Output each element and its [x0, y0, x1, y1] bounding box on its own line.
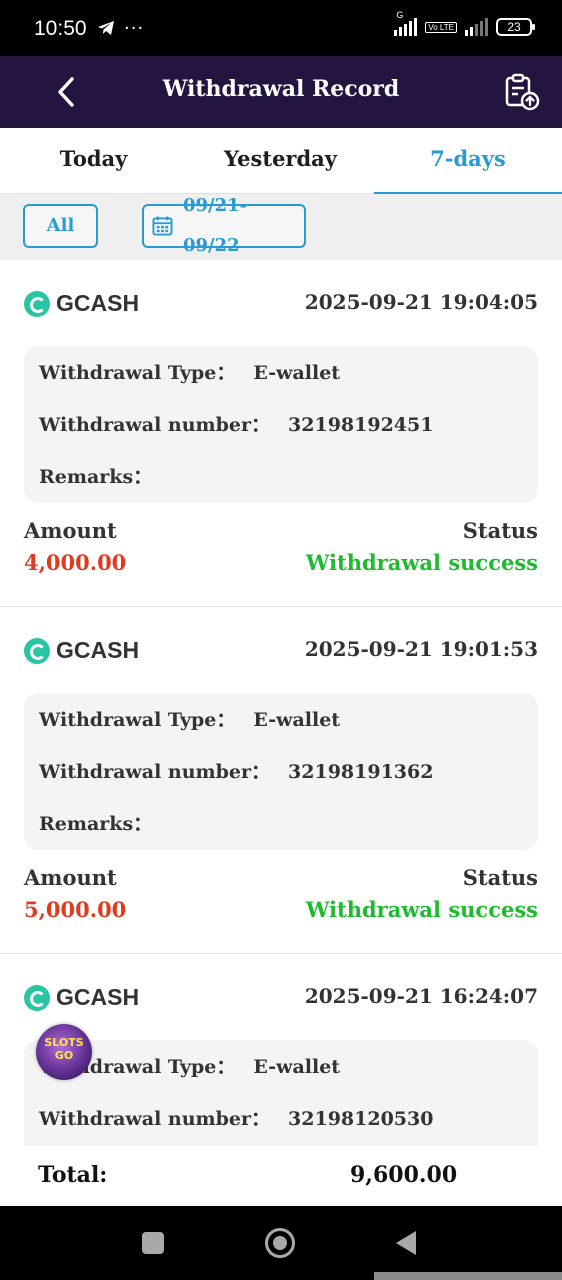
filter-all-button[interactable]: All: [23, 204, 98, 248]
nav-indicator: [374, 1272, 562, 1280]
remarks-label: Remarks：: [39, 466, 153, 488]
withdrawal-type-row: Withdrawal Type： E-wallet: [39, 358, 340, 385]
total-label: Total:: [38, 1162, 108, 1188]
battery-icon: 23: [496, 18, 535, 36]
record-details: Withdrawal Type： E-wallet Withdrawal numb…: [24, 693, 538, 850]
signal-icon-2: [465, 18, 488, 36]
provider: GCASH: [24, 984, 139, 1011]
status-time: 10:50: [34, 17, 87, 40]
home-button[interactable]: [265, 1228, 295, 1258]
badge-line2: GO: [54, 1049, 74, 1062]
tab-yesterday[interactable]: Yesterday: [187, 128, 374, 193]
withdrawal-number-row: Withdrawal number： 32198120530: [39, 1104, 433, 1131]
status-left-icons: ···: [96, 18, 144, 39]
amount-value: 5,000.00: [24, 897, 127, 922]
withdrawal-number-label: Withdrawal number：: [39, 1108, 271, 1130]
record-datetime: 2025-09-21 16:24:07: [304, 984, 538, 1008]
amount-label: Amount: [24, 865, 117, 890]
provider-name: GCASH: [56, 637, 140, 663]
withdrawal-record: GCASH 2025-09-21 19:04:05 Withdrawal Typ…: [0, 260, 562, 607]
network-type-label: G: [396, 10, 404, 20]
gcash-icon: [24, 984, 50, 1011]
withdrawal-type-value: E-wallet: [253, 709, 341, 731]
record-header: GCASH 2025-09-21 19:04:05: [24, 288, 538, 320]
withdrawal-type-label: Withdrawal Type：: [39, 709, 236, 731]
status-value: Withdrawal success: [305, 550, 538, 575]
withdrawal-type-row: Withdrawal Type： E-wallet: [39, 705, 340, 732]
record-details: Withdrawal Type： E-wallet Withdrawal numb…: [24, 346, 538, 503]
record-datetime: 2025-09-21 19:01:53: [304, 637, 538, 661]
status-label: Status: [462, 518, 538, 543]
provider-name: GCASH: [56, 290, 140, 316]
record-export-button[interactable]: [502, 72, 542, 112]
date-range-label: 09/21- 09/22: [182, 195, 248, 256]
gcash-icon: [24, 637, 50, 664]
withdrawal-number-label: Withdrawal number：: [39, 761, 271, 783]
record-header: GCASH 2025-09-21 19:01:53: [24, 635, 538, 667]
record-datetime: 2025-09-21 19:04:05: [304, 290, 538, 314]
date-range-button[interactable]: 09/21- 09/22: [142, 195, 306, 256]
withdrawal-number-row: Withdrawal number： 32198191362: [39, 757, 433, 784]
volte-icon: Vo LTE: [425, 21, 457, 33]
total-value: 9,600.00: [350, 1162, 458, 1188]
withdrawal-list[interactable]: GCASH 2025-09-21 19:04:05 Withdrawal Typ…: [0, 260, 562, 1146]
withdrawal-type-value: E-wallet: [253, 1056, 341, 1078]
gcash-icon: [24, 290, 50, 317]
withdrawal-number-row: Withdrawal number： 32198192451: [39, 410, 433, 437]
status-right: G Vo LTE 23: [394, 10, 535, 36]
remarks-row: Remarks：: [39, 809, 152, 836]
status-bar: 10:50 ··· G Vo LTE 23: [0, 0, 562, 56]
signal-icon-1: G: [394, 10, 418, 36]
telegram-icon: [98, 21, 114, 35]
withdrawal-number-value: 32198192451: [288, 414, 434, 436]
page-title: Withdrawal Record: [162, 76, 400, 102]
withdrawal-number-value: 32198191362: [288, 761, 434, 783]
amount-label: Amount: [24, 518, 117, 543]
system-nav-bar: [0, 1206, 562, 1280]
total-bar: Total: 9,600.00: [0, 1146, 562, 1206]
filter-bar: All 09/21- 09/22: [0, 194, 562, 260]
tab-7-days[interactable]: 7-days: [374, 128, 562, 195]
withdrawal-number-label: Withdrawal number：: [39, 414, 271, 436]
withdrawal-record: GCASH 2025-09-21 19:01:53 Withdrawal Typ…: [0, 607, 562, 954]
status-value: Withdrawal success: [305, 897, 538, 922]
withdrawal-type-label: Withdrawal Type：: [39, 362, 236, 384]
app-header: Withdrawal Record: [0, 56, 562, 128]
provider: GCASH: [24, 637, 139, 664]
period-tabs: Today Yesterday 7-days: [0, 128, 562, 195]
badge-line1: SLOTS: [44, 1036, 84, 1049]
provider-name: GCASH: [56, 984, 140, 1010]
record-header: GCASH 2025-09-21 16:24:07: [24, 982, 538, 1014]
remarks-label: Remarks：: [39, 813, 153, 835]
clipboard-upload-icon: [505, 73, 540, 111]
amount-value: 4,000.00: [24, 550, 127, 575]
recents-button[interactable]: [142, 1232, 164, 1254]
record-details: Withdrawal Type： E-wallet Withdrawal numb…: [24, 1040, 538, 1146]
status-label: Status: [462, 865, 538, 890]
floating-game-badge[interactable]: SLOTS GO: [36, 1024, 92, 1080]
withdrawal-type-value: E-wallet: [253, 362, 341, 384]
tab-today[interactable]: Today: [0, 128, 187, 193]
remarks-row: Remarks：: [39, 462, 152, 489]
withdrawal-number-value: 32198120530: [288, 1108, 434, 1130]
calendar-icon: [152, 216, 173, 236]
provider: GCASH: [24, 290, 139, 317]
back-nav-button[interactable]: [396, 1231, 416, 1255]
more-icon: ···: [124, 18, 145, 39]
